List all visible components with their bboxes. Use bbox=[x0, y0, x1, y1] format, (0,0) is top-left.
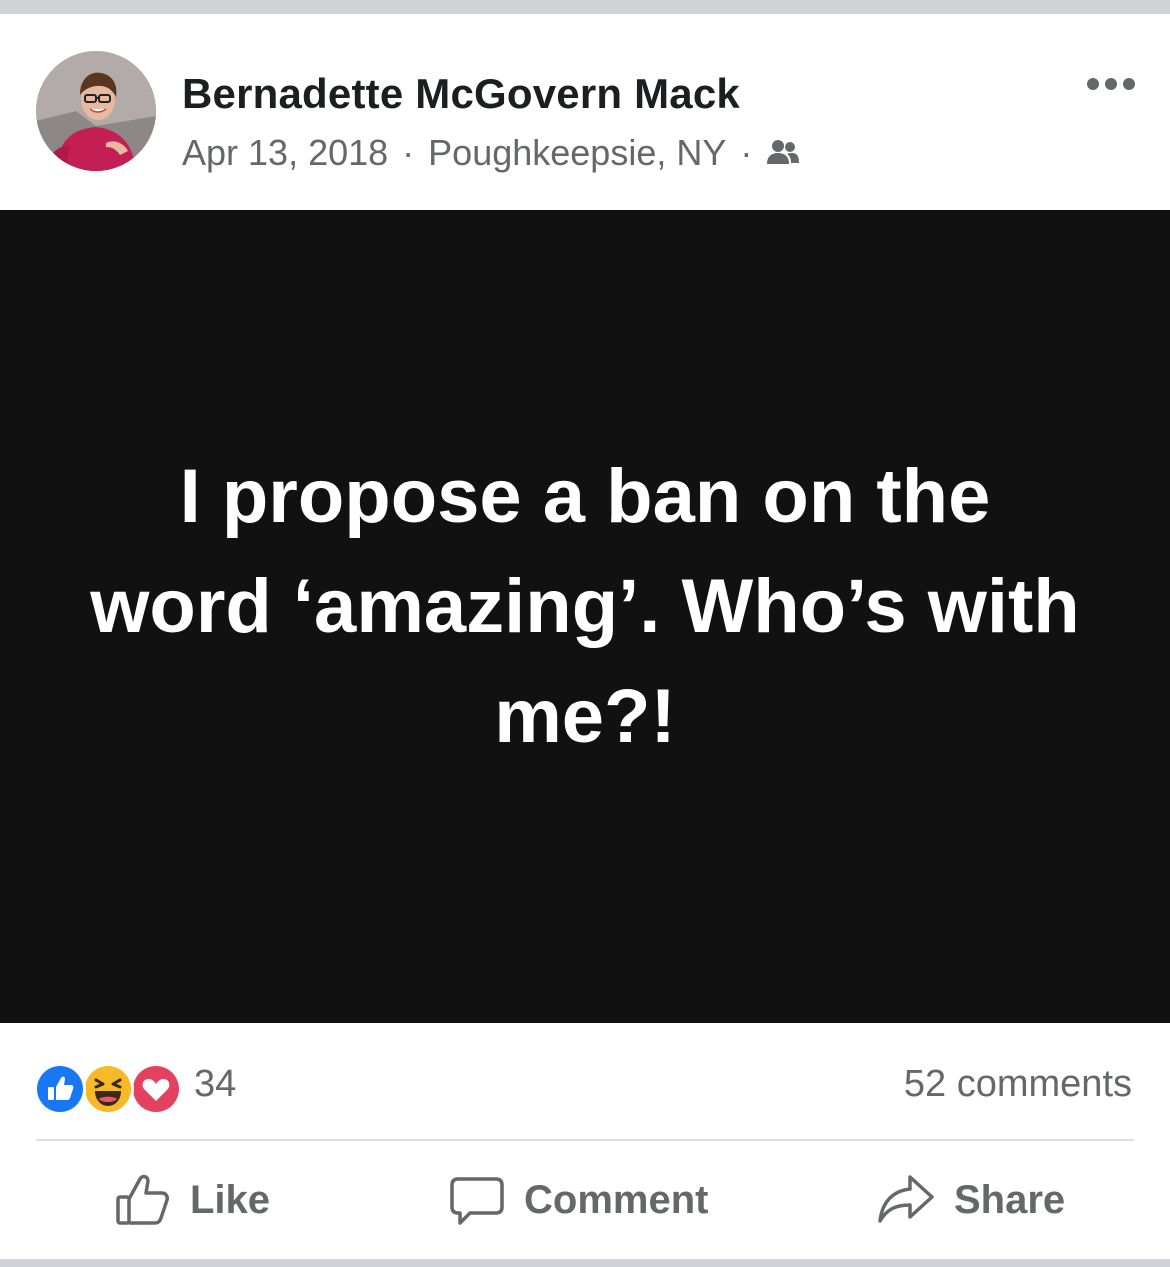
author-name[interactable]: Bernadette McGovern Mack bbox=[182, 70, 740, 118]
meta-separator: · bbox=[402, 132, 415, 173]
like-label: Like bbox=[190, 1177, 271, 1222]
share-button[interactable]: Share bbox=[876, 1141, 1065, 1259]
more-options-icon[interactable] bbox=[1086, 74, 1136, 94]
comment-icon bbox=[450, 1177, 504, 1225]
thumbs-up-icon bbox=[116, 1174, 169, 1225]
reaction-count[interactable]: 34 bbox=[194, 1063, 236, 1106]
haha-reaction-icon bbox=[82, 1063, 134, 1115]
post-header: Bernadette McGovern Mack Apr 13, 2018 · … bbox=[0, 14, 1170, 210]
post-location[interactable]: Poughkeepsie, NY bbox=[428, 132, 726, 174]
avatar-photo bbox=[36, 51, 156, 171]
like-button[interactable]: Like bbox=[114, 1141, 270, 1259]
bottom-separator bbox=[0, 1259, 1170, 1267]
author-avatar[interactable] bbox=[36, 51, 156, 171]
comments-count[interactable]: 52 comments bbox=[904, 1063, 1132, 1106]
share-arrow-icon bbox=[878, 1175, 934, 1223]
post-text: I propose a ban on the word ‘amazing’. W… bbox=[90, 453, 1080, 759]
love-reaction-icon bbox=[130, 1063, 182, 1115]
post-meta: Apr 13, 2018 · Poughkeepsie, NY · bbox=[182, 132, 800, 174]
post-actions: Like Comment Share bbox=[0, 1141, 1170, 1259]
like-reaction-icon bbox=[34, 1063, 86, 1115]
comment-button[interactable]: Comment bbox=[448, 1141, 708, 1259]
post-date[interactable]: Apr 13, 2018 bbox=[182, 132, 388, 174]
friends-icon bbox=[767, 140, 800, 164]
reaction-icons[interactable] bbox=[34, 1063, 184, 1115]
share-label: Share bbox=[954, 1177, 1066, 1222]
post-text-background[interactable]: I propose a ban on the word ‘amazing’. W… bbox=[0, 210, 1170, 1023]
top-separator bbox=[0, 0, 1170, 14]
comment-label: Comment bbox=[524, 1177, 709, 1222]
engagement-bar: 34 52 comments bbox=[0, 1023, 1170, 1139]
meta-separator: · bbox=[740, 132, 753, 173]
